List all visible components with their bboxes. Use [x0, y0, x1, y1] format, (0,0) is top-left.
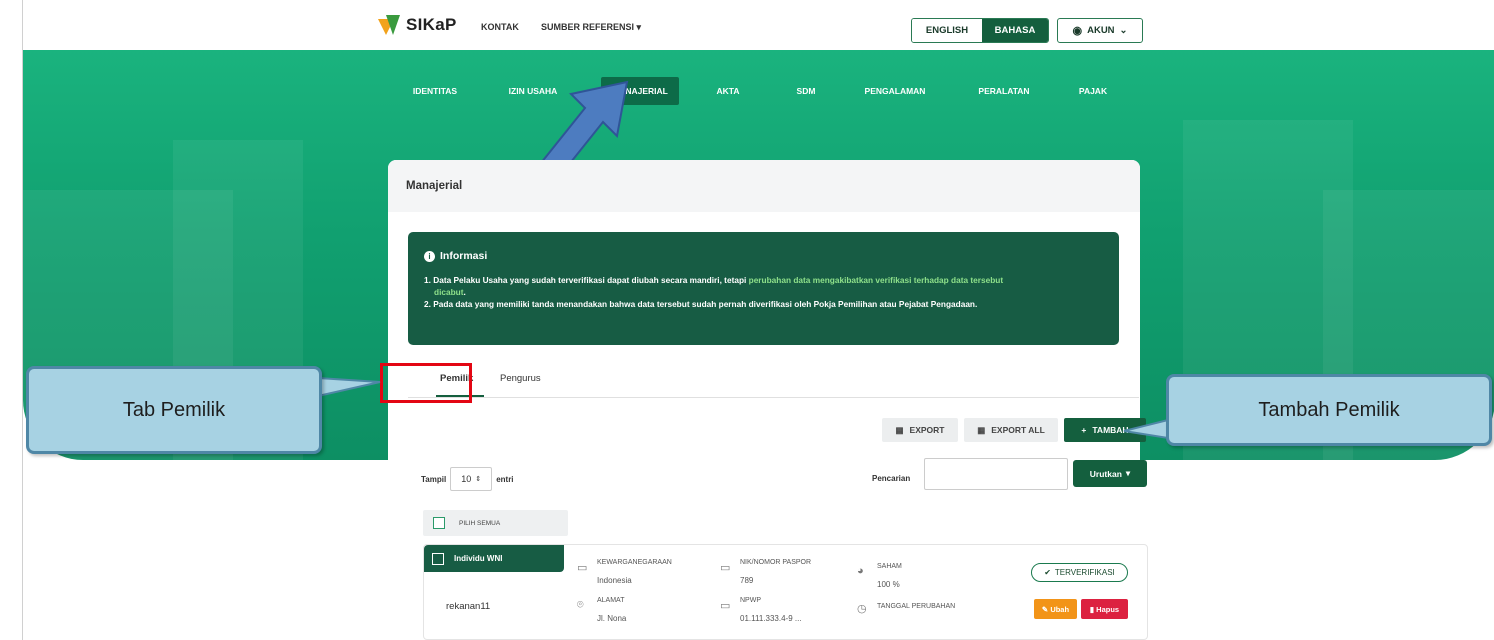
logo-icon — [378, 15, 400, 35]
page-size-control: Tampil 10 ⇕ entri — [421, 467, 514, 491]
caret-down-icon: ▾ — [636, 22, 642, 32]
table-icon: ▦ — [977, 424, 986, 435]
plus-icon: + — [1081, 425, 1087, 435]
pie-chart-icon: ◕ — [857, 565, 864, 577]
page-size-select[interactable]: 10 ⇕ — [450, 467, 493, 491]
id-card-icon: ▭ — [720, 562, 731, 574]
edit-button[interactable]: ✎ Ubah — [1034, 599, 1077, 619]
info-line-1: 1. Data Pelaku Usaha yang sudah terverif… — [424, 275, 1004, 285]
menu-akta[interactable]: AKTA — [708, 77, 748, 105]
tab-highlight-box — [380, 363, 472, 403]
search-input[interactable] — [924, 458, 1068, 490]
menu-identitas[interactable]: IDENTITAS — [405, 77, 465, 105]
list-item: Individu WNI rekanan11 ▭ KEWARGANEGARAAN… — [423, 544, 1148, 640]
info-title: Informasi — [440, 250, 488, 262]
lang-english-button[interactable]: ENGLISH — [912, 19, 982, 42]
map-pin-icon: ⌾ — [577, 599, 584, 611]
card-title: Manajerial — [388, 160, 1140, 212]
sikap-logo[interactable]: SIKaP — [378, 15, 457, 35]
chevron-down-icon: ⌄ — [1119, 25, 1128, 36]
tab-bar: Pemilik Pengurus — [408, 368, 1139, 398]
language-switch: ENGLISH BAHASA — [911, 18, 1049, 43]
caret-down-icon: ▾ — [1125, 468, 1131, 478]
callout-tab-pemilik: Tab Pemilik — [26, 366, 322, 454]
clock-icon: ◷ — [857, 603, 867, 615]
export-all-button[interactable]: ▦ EXPORT ALL — [964, 418, 1058, 442]
updown-icon: ⇕ — [475, 476, 482, 483]
nav-sumber-referensi[interactable]: SUMBER REFERENSI ▾ — [541, 22, 641, 33]
lang-bahasa-button[interactable]: BAHASA — [982, 19, 1048, 42]
table-icon: ▦ — [895, 424, 904, 435]
menu-pengalaman[interactable]: PENGALAMAN — [855, 77, 935, 105]
status-badge: ✔ TERVERIFIKASI — [1031, 563, 1128, 582]
menu-peralatan[interactable]: PERALATAN — [967, 77, 1041, 105]
nav-kontak[interactable]: KONTAK — [481, 22, 519, 32]
user-circle-icon: ◉ — [1072, 25, 1083, 37]
main-menu: IDENTITAS IZIN USAHA MANAJERIAL AKTA SDM… — [23, 77, 1494, 107]
info-line-2: 2. Pada data yang memiliki tanda menanda… — [424, 299, 978, 309]
trash-icon: ▮ — [1089, 604, 1095, 614]
account-button[interactable]: ◉ AKUN ⌄ — [1057, 18, 1143, 43]
callout-tambah-pemilik: Tambah Pemilik — [1166, 374, 1492, 446]
logo-text: SIKaP — [406, 15, 457, 34]
export-button[interactable]: ▦ EXPORT — [882, 418, 958, 442]
app-window: SIKaP KONTAK SUMBER REFERENSI ▾ ENGLISH … — [22, 0, 1494, 640]
info-icon: i — [424, 250, 435, 262]
tab-pengurus[interactable]: Pengurus — [500, 373, 541, 384]
id-card-icon: ▭ — [577, 562, 588, 574]
row-checkbox[interactable] — [432, 552, 444, 565]
top-navbar: SIKaP KONTAK SUMBER REFERENSI ▾ ENGLISH … — [23, 0, 1494, 50]
credit-card-icon: ▭ — [720, 600, 731, 612]
select-all-control[interactable]: PILIH SEMUA — [423, 510, 568, 536]
menu-sdm[interactable]: SDM — [786, 77, 826, 105]
sort-button[interactable]: Urutkan ▾ — [1073, 460, 1147, 487]
manajerial-card: Manajerial i Informasi 1. Data Pelaku Us… — [388, 160, 1148, 640]
tambah-button[interactable]: + TAMBAH — [1064, 418, 1146, 442]
search-label: Pencarian — [872, 474, 911, 483]
check-icon: ✔ — [1044, 568, 1051, 577]
info-box: i Informasi 1. Data Pelaku Usaha yang su… — [408, 232, 1119, 345]
edit-icon: ✎ — [1041, 604, 1049, 614]
menu-pajak[interactable]: PAJAK — [1071, 77, 1115, 105]
select-all-checkbox[interactable] — [433, 517, 445, 529]
owner-type-tag: Individu WNI — [424, 545, 564, 572]
delete-button[interactable]: ▮ Hapus — [1081, 599, 1128, 619]
owner-name: rekanan11 — [446, 601, 491, 612]
